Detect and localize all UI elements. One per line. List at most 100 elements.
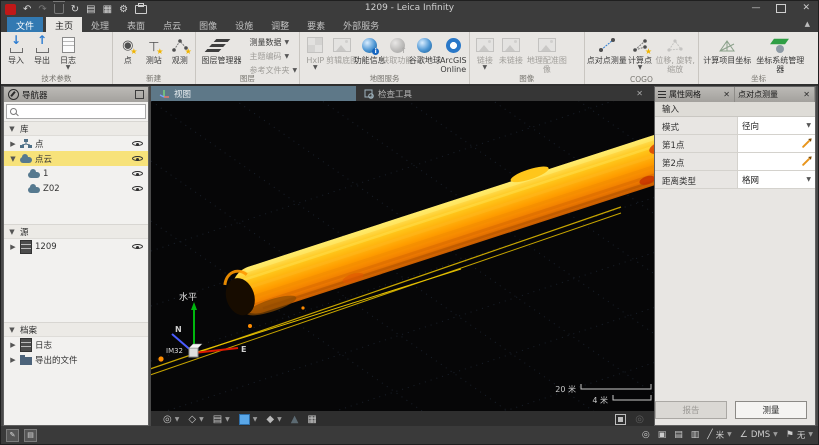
minimize-button[interactable]: —	[751, 3, 760, 13]
visibility-eye-icon[interactable]	[132, 184, 143, 193]
undock-panel-icon[interactable]	[135, 90, 144, 99]
navigator-search[interactable]	[6, 104, 146, 119]
pick-point-pencil-icon[interactable]	[802, 139, 810, 147]
log-button[interactable]: 日志 ▼	[55, 34, 81, 71]
tab-inspect-tools[interactable]: 检查工具 ✕	[356, 86, 656, 101]
distance-type-select[interactable]: 格网 ▼	[737, 171, 815, 188]
tab-pointclouds[interactable]: 点云	[154, 17, 190, 32]
tab-file[interactable]: 文件	[7, 17, 43, 32]
link-image-button[interactable]: 链接 ▼	[472, 34, 498, 71]
visibility-eye-icon[interactable]	[132, 154, 143, 163]
tab-point-to-point[interactable]: 点对点测量 ✕	[735, 87, 815, 102]
expand-icon[interactable]: ▶	[9, 356, 17, 364]
compute-point-button[interactable]: ★ 计算点 ▼	[627, 34, 653, 71]
close-button[interactable]: ✕	[802, 3, 810, 13]
apps-grid-icon[interactable]: ▦	[103, 4, 112, 15]
expand-icon[interactable]: ▶	[9, 341, 17, 349]
shift-rotate-scale-button[interactable]: 位移, 旋转, 缩放	[653, 34, 697, 74]
point1-input[interactable]	[737, 135, 815, 152]
tab-property-grid[interactable]: 属性网格 ✕	[655, 87, 735, 102]
maximize-button[interactable]	[776, 4, 786, 13]
close-panel-icon[interactable]: ✕	[722, 90, 731, 99]
new-station-button[interactable]: ⊥★ 测站	[141, 34, 167, 65]
surface-toggle[interactable]: ▲	[291, 414, 299, 425]
tree-item-source-1209[interactable]: ▶ 1209	[4, 239, 148, 254]
tab-view-3d[interactable]: 视图	[151, 86, 356, 101]
tree-item-cloud-z02[interactable]: Z02	[4, 181, 148, 196]
collapse-icon[interactable]: ▼	[9, 155, 17, 163]
tab-infrastructure[interactable]: 设施	[226, 17, 262, 32]
tree-section-objects[interactable]: ▼ 库	[4, 121, 148, 136]
viewport-3d[interactable]: 水平 N E IM32 20 米 4 米	[151, 101, 656, 411]
measure-button[interactable]: 测量	[735, 401, 807, 419]
tree-item-points[interactable]: ▶ 点	[4, 136, 148, 151]
survey-data-menu[interactable]: 测量数据 ▼	[250, 37, 298, 48]
tab-home[interactable]: 主页	[46, 17, 82, 32]
arcgis-online-button[interactable]: ArcGIS Online	[439, 34, 468, 74]
settings-gear-icon[interactable]: ⚙	[119, 4, 128, 15]
coordinate-system-manager-button[interactable]: 坐标系统管理器	[753, 34, 807, 74]
tab-adjustments[interactable]: 调整	[262, 17, 298, 32]
tab-surfaces[interactable]: 表面	[118, 17, 154, 32]
feature-info-button[interactable]: 功能信息	[356, 34, 384, 65]
status-notes-icon[interactable]: ▤	[24, 429, 37, 442]
expand-icon[interactable]: ▶	[9, 140, 17, 148]
report-button[interactable]: 报告	[655, 401, 727, 419]
tree-section-sources[interactable]: ▼ 源	[4, 224, 148, 239]
unlink-image-button[interactable]: 未链接	[498, 34, 524, 65]
refresh-icon[interactable]: ↻	[71, 4, 79, 15]
thematic-codes-menu[interactable]: 主题编码 ▼	[250, 51, 298, 62]
angle-format-selector[interactable]: ∠ DMS ▼	[740, 430, 778, 440]
visibility-eye-icon[interactable]	[132, 139, 143, 148]
pointcloud-style-dropdown[interactable]: ▼	[239, 414, 258, 425]
pick-point-pencil-icon[interactable]	[802, 157, 810, 165]
get-features-button[interactable]: 获取功能	[383, 34, 411, 65]
status-layers-icon[interactable]: ▥	[691, 430, 700, 440]
tree-item-logs[interactable]: ▶ 日志	[4, 337, 148, 352]
orbit-button[interactable]: ◎	[635, 414, 644, 425]
visibility-eye-icon[interactable]	[132, 169, 143, 178]
undo-icon[interactable]: ↶	[23, 4, 31, 15]
zoom-fit-button[interactable]	[615, 414, 626, 425]
print-icon[interactable]	[135, 5, 147, 14]
georeferenced-image-button[interactable]: 地理配准图像	[524, 34, 570, 74]
tree-section-archive[interactable]: ▼ 档案	[4, 322, 148, 337]
collapse-ribbon-icon[interactable]: ▲	[805, 20, 810, 28]
import-button[interactable]: ↓ 导入	[3, 34, 29, 65]
export-report-icon[interactable]: ▤	[86, 4, 95, 15]
mode-select[interactable]: 径向 ▼	[737, 117, 815, 134]
new-point-button[interactable]: ◉★ 点	[115, 34, 141, 65]
tab-features[interactable]: 要素	[298, 17, 334, 32]
status-edit-icon[interactable]: ✎	[6, 429, 19, 442]
view-orientation-dropdown[interactable]: ◎▼	[163, 414, 179, 425]
tree-item-exported-files[interactable]: ▶ 导出的文件	[4, 352, 148, 367]
redo-icon[interactable]: ↷	[38, 4, 46, 15]
clip-basemap-button[interactable]: 剪辑底图	[328, 34, 356, 65]
delete-icon[interactable]	[54, 4, 64, 14]
export-button[interactable]: ↑ 导出	[29, 34, 55, 65]
compute-project-coordinates-button[interactable]: 计算项目坐标	[701, 34, 753, 65]
close-panel-icon[interactable]: ✕	[802, 90, 811, 99]
unit-selector[interactable]: ╱ 米 ▼	[707, 429, 732, 441]
point2-input[interactable]	[737, 153, 815, 170]
tab-imaging[interactable]: 图像	[190, 17, 226, 32]
tunnel-pointcloud[interactable]	[217, 116, 656, 324]
search-input[interactable]	[20, 107, 142, 117]
expand-icon[interactable]: ▶	[9, 243, 17, 251]
tree-item-cloud-1[interactable]: 1	[4, 166, 148, 181]
point-to-point-measure-button[interactable]: 点对点测量	[587, 34, 627, 65]
layer-manager-button[interactable]: 图层管理器	[198, 34, 246, 65]
visibility-eye-icon[interactable]	[132, 242, 143, 251]
status-list-icon[interactable]: ▤	[674, 430, 683, 440]
hxip-button[interactable]: HxIP ▼	[302, 34, 328, 71]
tab-external-services[interactable]: 外部服务	[334, 17, 388, 32]
grid-toggle[interactable]: ▦	[307, 414, 316, 425]
status-compass-icon[interactable]: ◎	[642, 430, 650, 440]
display-layers-dropdown[interactable]: ▤▼	[213, 414, 230, 425]
snap-selector[interactable]: ⚑ 无 ▼	[786, 429, 813, 441]
new-observation-button[interactable]: ★ 观测	[167, 34, 193, 65]
status-panel-icon[interactable]: ▣	[658, 430, 667, 440]
close-document-icon[interactable]: ✕	[636, 89, 648, 98]
tree-item-pointclouds[interactable]: ▼ 点云	[4, 151, 148, 166]
render-mode-dropdown[interactable]: ◇▼	[188, 414, 203, 425]
